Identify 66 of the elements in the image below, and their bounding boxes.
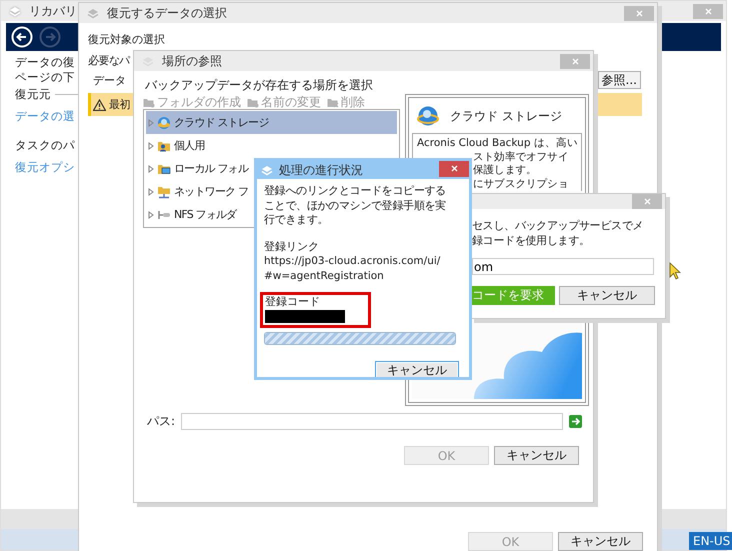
window-title: 場所の参照	[162, 52, 222, 70]
close-icon	[450, 165, 458, 172]
app-logo-icon	[87, 8, 99, 18]
path-field[interactable]	[181, 413, 564, 430]
description-text: 必要なパ	[88, 53, 130, 68]
cancel-button[interactable]: キャンセル	[559, 286, 655, 305]
expand-icon[interactable]	[148, 164, 154, 172]
forward-icon[interactable]	[39, 26, 61, 48]
url-field[interactable]: om	[472, 258, 654, 275]
close-icon	[644, 198, 650, 205]
folder-delete-icon	[327, 96, 339, 108]
code-label: 登録コード	[265, 295, 321, 310]
description-text: ページの下	[15, 70, 75, 85]
close-button[interactable]	[693, 4, 723, 18]
cancel-button[interactable]: キャンセル	[375, 360, 459, 377]
go-arrow-icon[interactable]	[569, 415, 582, 428]
expand-icon[interactable]	[148, 118, 154, 126]
instruction-text: バックアップデータが存在する場所を選択	[144, 77, 374, 93]
cancel-button[interactable]: キャンセル	[558, 532, 643, 551]
app-logo-icon	[9, 6, 21, 16]
description-text: 録コードを使用します。	[472, 233, 591, 248]
expand-icon[interactable]	[148, 142, 154, 150]
close-button[interactable]	[624, 6, 654, 20]
path-label: パス:	[147, 413, 176, 430]
warning-text: 最初	[109, 97, 130, 112]
tree-item[interactable]: ネットワーク フ	[146, 180, 250, 203]
window-title: 処理の進行状況	[279, 162, 363, 178]
globe-icon	[157, 116, 171, 130]
close-icon	[636, 10, 642, 16]
description-text: にサブスクリプショ	[473, 178, 568, 191]
back-icon[interactable]	[11, 26, 33, 48]
window-title: 復元するデータの選択	[107, 4, 227, 22]
window-title: リカバリ	[29, 2, 77, 20]
section-label: 復元元	[15, 87, 51, 102]
tree-item[interactable]: 個人用	[146, 134, 207, 157]
language-badge[interactable]: EN-US	[689, 532, 732, 550]
description-text: データの復	[15, 55, 75, 70]
close-button[interactable]	[632, 194, 662, 209]
data-selection-link[interactable]: データの選	[15, 109, 75, 124]
tree-item[interactable]: クラウド ストレージ	[146, 111, 397, 134]
details-title: クラウド ストレージ	[450, 108, 562, 124]
cancel-button[interactable]: キャンセル	[494, 446, 579, 465]
expand-icon[interactable]	[148, 210, 154, 218]
app-logo-icon	[261, 164, 273, 176]
tree-item[interactable]: NFS フォルダ	[146, 203, 238, 226]
expand-icon[interactable]	[148, 188, 154, 196]
close-button[interactable]	[439, 161, 469, 177]
network-folder-icon	[157, 184, 171, 198]
message-text: 登録へのリンクとコードをコピーすることで、ほかのマシンで登録手順を実行できます。	[264, 184, 447, 228]
description-text: スト効率でオフサイ	[473, 150, 568, 164]
close-icon	[704, 8, 712, 14]
field-label: データ	[93, 72, 126, 88]
close-button[interactable]	[560, 54, 590, 68]
browse-button[interactable]: 参照...	[598, 71, 641, 89]
close-icon	[572, 58, 578, 64]
warning-icon	[93, 98, 106, 110]
registration-url: https://jp03-cloud.acronis.com/ui/ #w=agentRegistration	[264, 254, 440, 283]
description-text: セスし、バックアップサービスでメ	[472, 218, 644, 233]
description-text: 保護します。	[473, 164, 537, 178]
section-heading: 復元対象の選択	[88, 32, 165, 47]
link-label: 登録リンク	[264, 240, 319, 254]
section-label: タスクのパ	[15, 138, 75, 153]
tree-item[interactable]: ローカル フォル	[146, 157, 250, 180]
description-text: Acronis Cloud Backup は、高い	[417, 137, 578, 150]
globe-icon	[416, 105, 440, 127]
cursor-icon	[669, 262, 681, 280]
